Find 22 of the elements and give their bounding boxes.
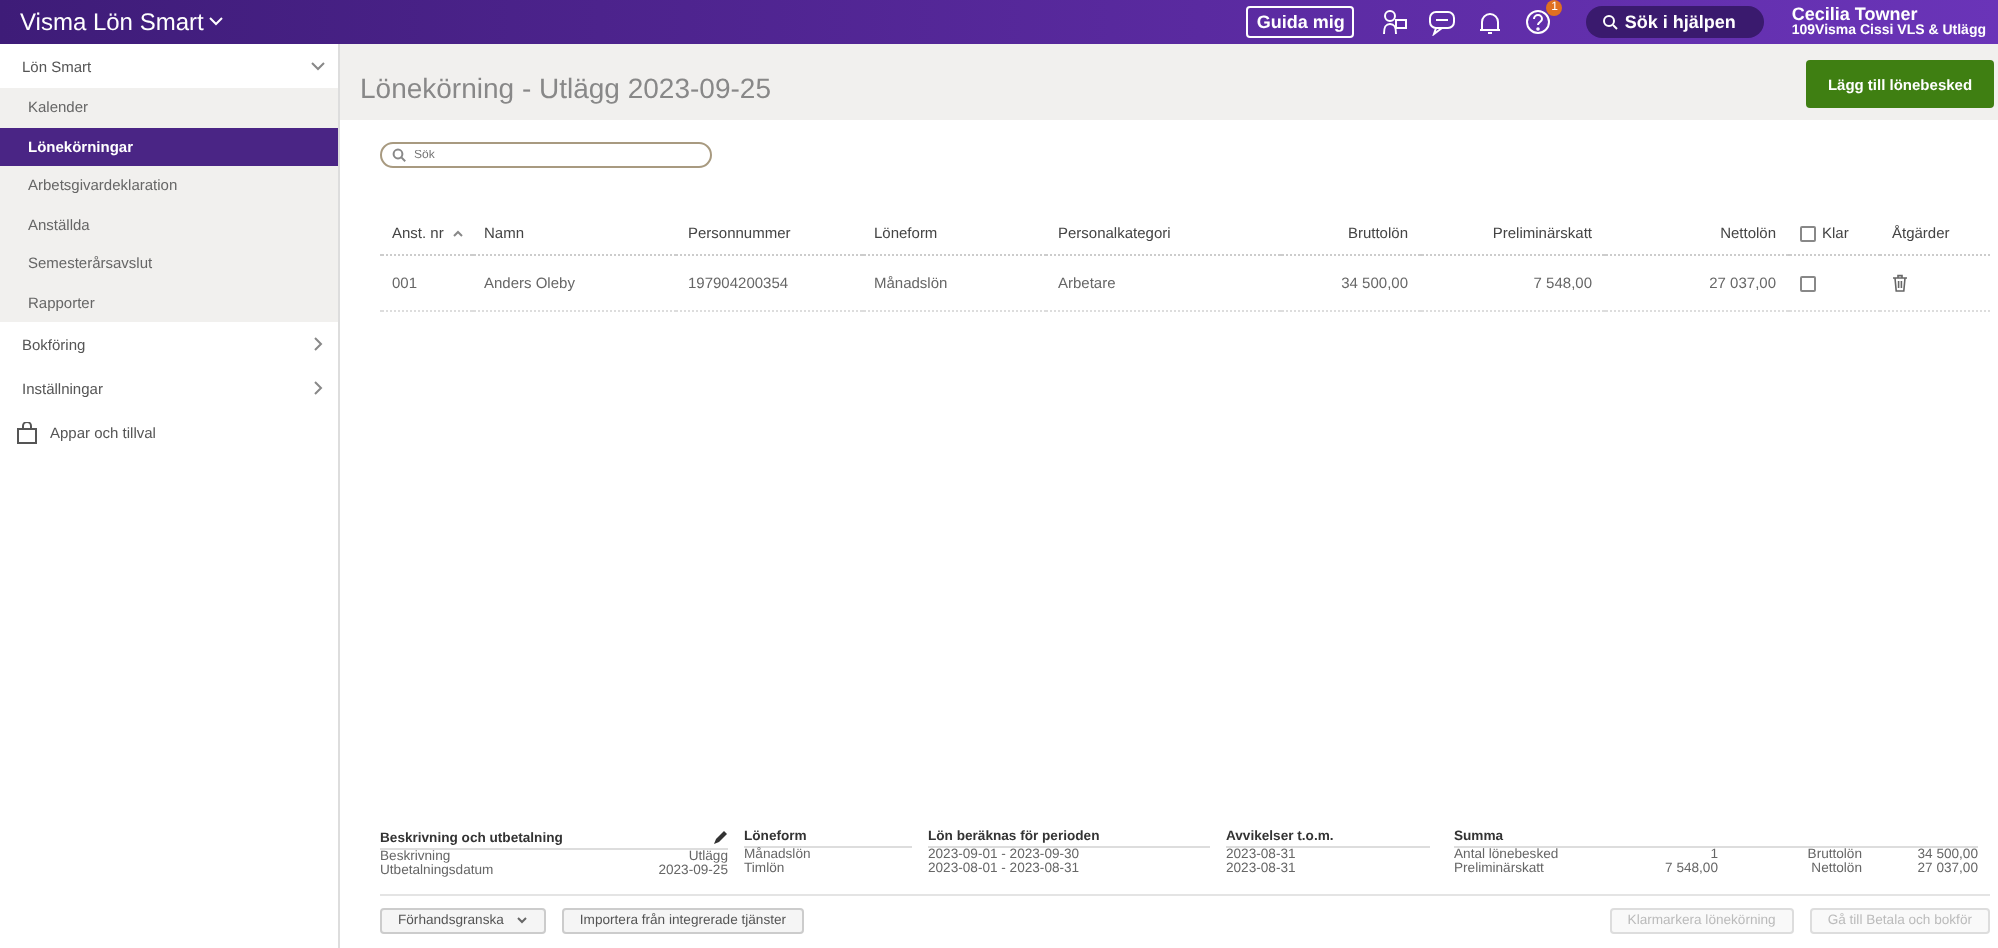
chat-bubble-icon[interactable]: [1428, 8, 1457, 36]
chevron-down-icon: [310, 58, 326, 74]
shopping-bag-icon: [16, 421, 38, 443]
chevron-right-icon: [310, 380, 326, 396]
page-title: Lönekörning - Utlägg 2023-09-25: [360, 72, 771, 104]
trash-icon[interactable]: [1892, 274, 1908, 292]
checkbox[interactable]: [1800, 275, 1816, 291]
caret-down-icon: [515, 916, 528, 924]
pencil-icon[interactable]: [712, 830, 728, 846]
search-icon: [1602, 14, 1619, 30]
sort-up-icon[interactable]: [451, 228, 464, 238]
user-name[interactable]: Cecilia Towner: [1791, 5, 1986, 25]
chevron-right-icon: [310, 336, 326, 352]
checkbox[interactable]: [1800, 225, 1816, 241]
person-card-icon[interactable]: [1380, 8, 1409, 36]
search-icon: [392, 148, 406, 162]
help-icon[interactable]: [1524, 8, 1553, 36]
bell-icon[interactable]: [1476, 8, 1505, 36]
app-title: Visma Lön Smart: [20, 8, 204, 36]
help-search-button[interactable]: Sök i hjälpen: [1586, 6, 1764, 38]
chevron-down-icon[interactable]: [203, 14, 228, 30]
guide-button[interactable]: Guida mig: [1246, 6, 1355, 38]
